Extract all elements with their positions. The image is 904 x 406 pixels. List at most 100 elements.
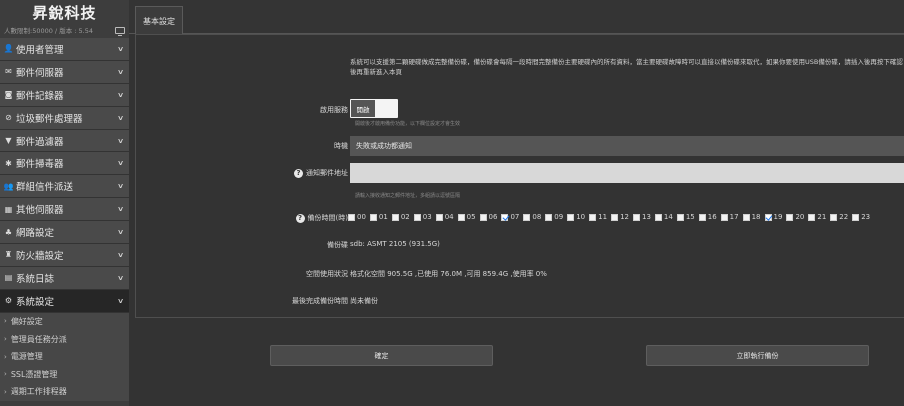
hour-checkbox[interactable] (698, 213, 706, 221)
hour-option[interactable]: 03 (413, 213, 432, 221)
hour-checkbox[interactable] (808, 213, 816, 221)
sidebar-item[interactable]: ▤ 系統日誌 ∨ (0, 266, 129, 290)
sidebar-item-label: 郵件過濾器 (16, 136, 64, 148)
hour-label: 19 (773, 213, 783, 221)
hour-checkbox[interactable] (830, 213, 838, 221)
hour-checkbox[interactable] (479, 213, 487, 221)
monitor-icon[interactable] (115, 26, 125, 36)
hour-checkbox[interactable] (764, 213, 772, 221)
hour-label: 04 (444, 213, 454, 221)
hour-option[interactable]: 04 (435, 213, 454, 221)
run-backup-now-button[interactable]: 立即執行備份 (646, 345, 869, 366)
sidebar-item[interactable]: 👤 使用者管理 ∨ (0, 38, 129, 61)
hour-label: 20 (795, 213, 805, 221)
sidebar-item[interactable]: ✉ 郵件伺服器 ∨ (0, 60, 129, 84)
sidebar-item[interactable]: ✱ 郵件掃毒器 ∨ (0, 152, 129, 176)
hour-option[interactable]: 20 (786, 213, 804, 221)
hour-label: 02 (400, 213, 410, 221)
hour-checkbox[interactable] (501, 213, 509, 221)
hour-option[interactable]: 00 (348, 213, 366, 221)
chevron-down-icon: ∨ (116, 90, 125, 99)
enable-toggle[interactable]: 開啟 (350, 99, 398, 118)
sidebar-item[interactable]: ♣ 網路設定 ∨ (0, 221, 129, 245)
hour-checkbox[interactable] (654, 213, 662, 221)
sidebar-item[interactable]: ⊘ 垃圾郵件處理器 ∨ (0, 106, 129, 130)
hour-option[interactable]: 15 (676, 213, 695, 221)
sidebar-item-left: ▼ 郵件過濾器 (4, 134, 64, 148)
hour-option[interactable]: 21 (808, 213, 826, 221)
sidebar-item[interactable]: ▼ 郵件過濾器 ∨ (0, 129, 129, 153)
quota-bar: 人數限制:50000 / 版本 : 5.54 (0, 24, 129, 36)
chevron-right-icon: › (4, 370, 7, 379)
hour-option[interactable]: 08 (523, 213, 541, 221)
hour-option[interactable]: 12 (611, 213, 629, 221)
hour-option[interactable]: 22 (830, 213, 848, 221)
hour-label: 08 (532, 213, 542, 221)
hour-option[interactable]: 07 (501, 213, 519, 221)
sidebar-item-left: ▤ 系統日誌 (4, 271, 54, 285)
quota-text: 人數限制:50000 / 版本 : 5.54 (4, 27, 93, 35)
tab-basic-settings[interactable]: 基本設定 (135, 6, 183, 35)
firewall-icon: ♜ (4, 250, 13, 260)
hour-checkbox[interactable] (589, 213, 597, 221)
hour-option[interactable]: 06 (479, 213, 498, 221)
hour-checkbox[interactable] (611, 213, 619, 221)
help-icon[interactable]: ? (295, 213, 305, 223)
hour-checkbox[interactable] (545, 213, 553, 221)
hour-option[interactable]: 19 (764, 213, 783, 221)
hour-option[interactable]: 05 (457, 213, 476, 221)
sidebar-subitem[interactable]: › 管理員任務分派 (0, 330, 129, 348)
group-icon: 👥 (3, 181, 14, 191)
sidebar-subitem[interactable]: › 偏好設定 (0, 312, 129, 331)
hour-checkbox[interactable] (391, 213, 399, 221)
hour-checkbox[interactable] (369, 213, 377, 221)
hour-option[interactable]: 02 (391, 213, 410, 221)
hour-option[interactable]: 11 (589, 213, 607, 221)
sidebar-item-label: 郵件伺服器 (16, 67, 64, 79)
sidebar-subitem-label: 偏好設定 (10, 316, 43, 326)
sidebar-item[interactable]: 👥 群組信件派送 ∨ (0, 175, 129, 199)
hour-label: 06 (488, 213, 498, 221)
hour-option[interactable]: 09 (545, 213, 563, 221)
hour-checkbox[interactable] (348, 213, 355, 221)
sidebar-subitem[interactable]: › 週期工作排程器 (0, 383, 129, 401)
hour-checkbox[interactable] (852, 213, 860, 221)
sidebar-item[interactable]: ⚙ 系統設定 ∨ (0, 289, 129, 313)
hour-checkbox[interactable] (720, 213, 728, 221)
sidebar-subitem[interactable]: › SSL憑證管理 (0, 365, 129, 384)
confirm-button[interactable]: 確定 (270, 345, 493, 366)
hour-checkbox[interactable] (567, 213, 575, 221)
ban-icon: ⊘ (5, 113, 12, 123)
email-input[interactable] (350, 163, 904, 183)
hour-option[interactable]: 13 (632, 213, 651, 221)
hour-option[interactable]: 01 (369, 213, 388, 221)
hour-checkbox[interactable] (676, 213, 684, 221)
sidebar-item-label: 郵件掃毒器 (16, 159, 64, 171)
sidebar-item-label: 郵件記錄器 (16, 90, 64, 102)
hour-option[interactable]: 17 (720, 213, 739, 221)
hour-checkbox[interactable] (435, 213, 443, 221)
chevron-right-icon: › (4, 387, 7, 396)
sidebar-item[interactable]: ▦ 其他伺服器 ∨ (0, 198, 129, 222)
hour-label: 22 (839, 213, 849, 221)
device-label-text: 備份碟 (327, 241, 348, 249)
hour-label: 03 (422, 213, 432, 221)
sidebar-subitem[interactable]: › 電源管理 (0, 347, 129, 366)
hour-checkbox[interactable] (413, 213, 421, 221)
chevron-down-icon: ∨ (116, 250, 125, 259)
hour-checkbox[interactable] (632, 213, 640, 221)
hour-checkbox[interactable] (523, 213, 531, 221)
notify-select[interactable]: 失敗或成功都通知 (350, 136, 904, 156)
sidebar-item[interactable]: ◙ 郵件記錄器 ∨ (0, 83, 129, 107)
hour-option[interactable]: 16 (698, 213, 717, 221)
hour-option[interactable]: 10 (567, 213, 585, 221)
hour-checkbox[interactable] (742, 213, 750, 221)
log-icon: ▤ (4, 273, 13, 283)
hour-option[interactable]: 23 (852, 213, 870, 221)
hour-option[interactable]: 14 (654, 213, 673, 221)
sidebar-item[interactable]: ♜ 防火牆設定 ∨ (0, 244, 129, 267)
hour-checkbox[interactable] (786, 213, 794, 221)
hour-checkbox[interactable] (457, 213, 465, 221)
help-icon[interactable]: ? (294, 168, 303, 178)
hour-option[interactable]: 18 (742, 213, 761, 221)
